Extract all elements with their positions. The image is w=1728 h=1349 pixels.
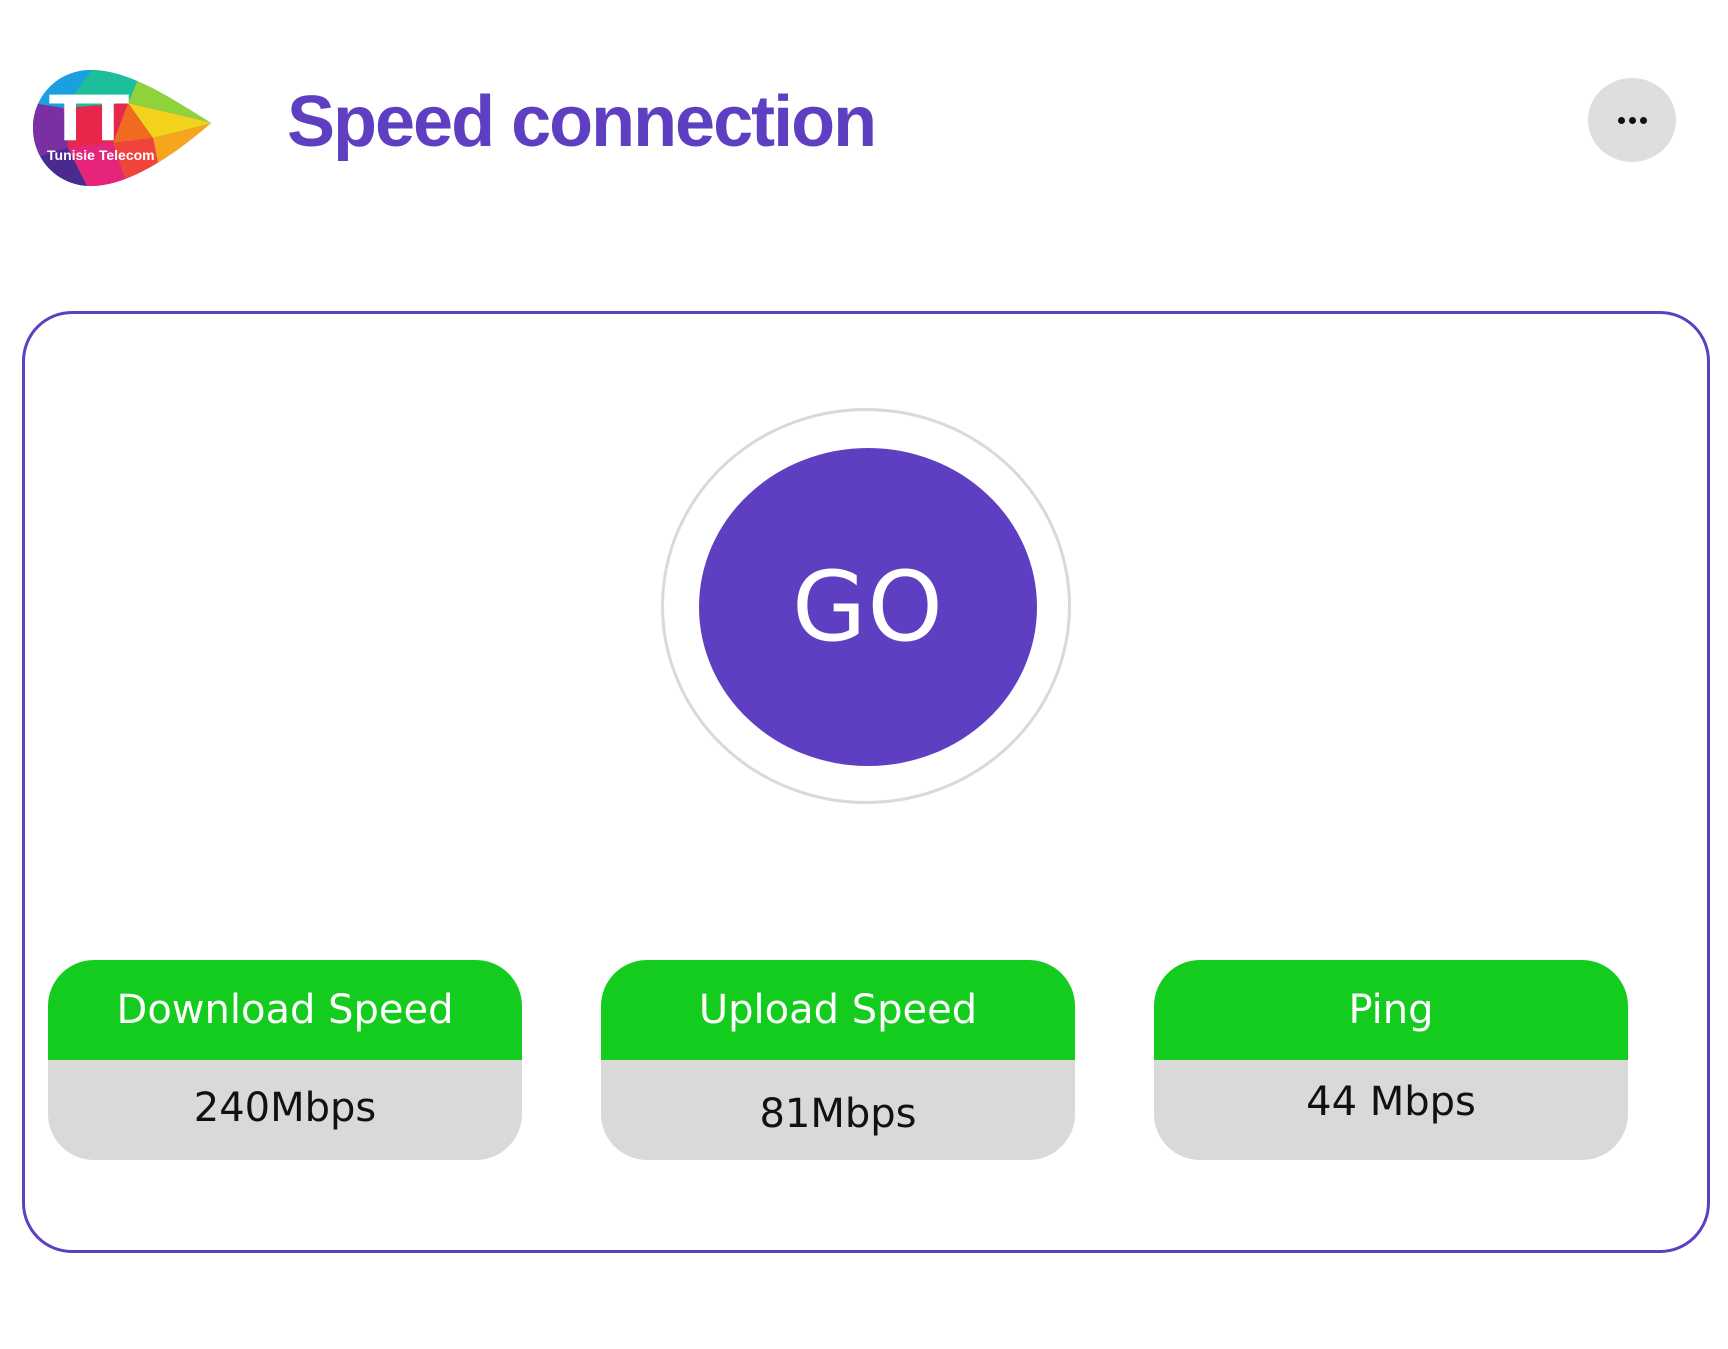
download-speed-card: Download Speed 240Mbps — [48, 960, 522, 1160]
metric-header: Ping — [1154, 960, 1628, 1060]
metric-value-box: 240Mbps — [48, 1060, 522, 1160]
metric-label: Upload Speed — [698, 987, 978, 1033]
metric-value-box: 81Mbps — [601, 1060, 1075, 1160]
go-button[interactable]: GO — [699, 448, 1037, 766]
upload-speed-card: Upload Speed 81Mbps — [601, 960, 1075, 1160]
ping-card: Ping 44 Mbps — [1154, 960, 1628, 1160]
metric-header: Download Speed — [48, 960, 522, 1060]
tunisie-telecom-logo: TT Tunisie Telecom — [33, 68, 213, 188]
metric-value-box: 44 Mbps — [1154, 1060, 1628, 1160]
go-button-label: GO — [792, 551, 944, 663]
svg-text:TT: TT — [49, 82, 129, 155]
svg-text:Tunisie Telecom: Tunisie Telecom — [47, 147, 155, 163]
metric-value: 44 Mbps — [1306, 1079, 1476, 1125]
metric-label: Ping — [1348, 987, 1434, 1033]
more-options-button[interactable] — [1588, 78, 1676, 162]
more-horizontal-icon — [1617, 116, 1647, 124]
metric-header: Upload Speed — [601, 960, 1075, 1060]
metric-value: 240Mbps — [193, 1085, 377, 1131]
metric-value: 81Mbps — [759, 1091, 917, 1137]
metric-label: Download Speed — [116, 987, 454, 1033]
page-title: Speed connection — [287, 82, 877, 162]
